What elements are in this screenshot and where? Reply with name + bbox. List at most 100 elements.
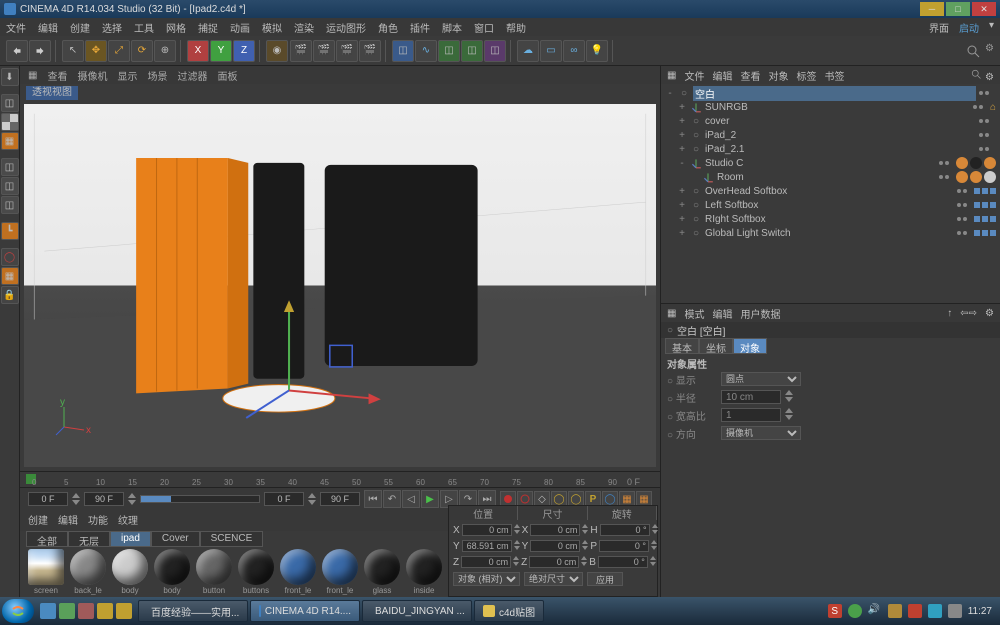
home-tag-icon[interactable]: ⌂: [990, 102, 996, 113]
uv-mode-button[interactable]: ▦: [1, 132, 19, 150]
tag-icon[interactable]: [974, 188, 980, 194]
material-tag-icon[interactable]: [970, 171, 982, 183]
attr-menu-icon[interactable]: ⚙: [985, 308, 994, 319]
world-axis-toggle[interactable]: ◉: [266, 40, 288, 62]
attr-select[interactable]: 摄像机: [721, 426, 801, 440]
visibility-dots[interactable]: [979, 119, 989, 123]
tag-icon[interactable]: [990, 230, 996, 236]
move-tool[interactable]: ✥: [85, 40, 107, 62]
expand-toggle[interactable]: +: [677, 186, 687, 197]
attr-subtab[interactable]: 坐标: [699, 338, 733, 354]
object-name[interactable]: iPad_2: [705, 130, 976, 141]
point-mode-button[interactable]: ◫: [1, 158, 19, 176]
menu-item[interactable]: 插件: [410, 20, 430, 35]
tray-icon[interactable]: S: [828, 604, 842, 618]
timeline-range-slider[interactable]: [140, 495, 260, 503]
menu-item[interactable]: 编辑: [38, 20, 58, 35]
hierarchy-row[interactable]: +○RIght Softbox: [665, 212, 996, 226]
workplane-button[interactable]: ▦: [1, 267, 19, 285]
texture-mode-button[interactable]: [1, 113, 19, 131]
start-button[interactable]: [2, 599, 34, 623]
hierarchy-row[interactable]: +○iPad_2: [665, 128, 996, 142]
hierarchy-row[interactable]: +○Global Light Switch: [665, 226, 996, 240]
object-tags[interactable]: ⌂: [990, 102, 996, 113]
quick-launch-icon[interactable]: [78, 603, 94, 619]
attr-subtab[interactable]: 对象: [733, 338, 767, 354]
menu-item[interactable]: 运动图形: [326, 20, 366, 35]
hierarchy-row[interactable]: +○Left Softbox: [665, 198, 996, 212]
menu-item[interactable]: 动画: [230, 20, 250, 35]
material-layer-tab[interactable]: 无层: [68, 531, 110, 547]
last-tool[interactable]: ⊕: [154, 40, 176, 62]
menu-item[interactable]: 选择: [102, 20, 122, 35]
visibility-dots[interactable]: [939, 175, 949, 179]
spinner-icon[interactable]: [650, 556, 656, 569]
material-tag-icon[interactable]: [956, 171, 968, 183]
coord-field[interactable]: [462, 524, 512, 536]
hierarchy-row[interactable]: +○iPad_2.1: [665, 142, 996, 156]
object-manager-menu-item[interactable]: 查看: [740, 68, 760, 83]
attr-menu-item[interactable]: 编辑: [712, 306, 732, 321]
play-button[interactable]: ▶: [421, 490, 439, 508]
object-tags[interactable]: [974, 216, 996, 222]
spinner-icon[interactable]: [513, 556, 519, 569]
object-name[interactable]: SUNRGB: [705, 102, 970, 113]
tray-icon[interactable]: [928, 604, 942, 618]
spinner-icon[interactable]: [514, 540, 520, 553]
material-thumb[interactable]: screen: [26, 549, 66, 595]
material-thumb[interactable]: buttons: [236, 549, 276, 595]
hierarchy-row[interactable]: +○OverHead Softbox: [665, 184, 996, 198]
attr-menu-item[interactable]: 用户数据: [740, 306, 780, 321]
taskbar-button[interactable]: c4d贴图: [474, 600, 544, 622]
visibility-dots[interactable]: [973, 105, 983, 109]
expand-toggle[interactable]: +: [677, 214, 687, 225]
quick-launch-icon[interactable]: [97, 603, 113, 619]
material-thumb[interactable]: body: [110, 549, 150, 595]
tag-icon[interactable]: [974, 216, 980, 222]
coord-field[interactable]: [600, 524, 650, 536]
redo-button[interactable]: [29, 40, 51, 62]
spline-button[interactable]: ∿: [415, 40, 437, 62]
hierarchy-row[interactable]: -Studio C: [665, 156, 996, 170]
material-layer-tab[interactable]: SCENCE: [200, 531, 264, 547]
coord-field[interactable]: [599, 540, 649, 552]
attr-field[interactable]: [721, 408, 781, 422]
object-name[interactable]: Global Light Switch: [705, 228, 954, 239]
scale-tool[interactable]: ⤢: [108, 40, 130, 62]
material-tag-icon[interactable]: [956, 157, 968, 169]
coord-field[interactable]: [461, 556, 511, 568]
maximize-button[interactable]: □: [946, 2, 970, 16]
render-view-button[interactable]: 🎬: [290, 40, 312, 62]
viewport-menu-item[interactable]: 场景: [147, 68, 167, 83]
menu-item[interactable]: 角色: [378, 20, 398, 35]
spinner-icon[interactable]: [514, 524, 520, 537]
object-manager-menu-item[interactable]: 文件: [684, 68, 704, 83]
prev-frame-button[interactable]: ◁: [402, 490, 420, 508]
timeline-start-field[interactable]: [28, 492, 68, 506]
object-name[interactable]: cover: [705, 116, 976, 127]
viewport-menu-item[interactable]: 查看: [47, 68, 67, 83]
spinner-icon[interactable]: [582, 524, 588, 537]
attr-field[interactable]: [721, 390, 781, 404]
material-layer-tab[interactable]: ipad: [110, 531, 151, 547]
axis-x-toggle[interactable]: X: [187, 40, 209, 62]
material-tag-icon[interactable]: [984, 171, 996, 183]
object-name[interactable]: Room: [717, 172, 936, 183]
object-tags[interactable]: [974, 230, 996, 236]
menu-item[interactable]: 脚本: [442, 20, 462, 35]
material-tag-icon[interactable]: [970, 157, 982, 169]
nurbs-button[interactable]: ◫: [438, 40, 460, 62]
material-thumb[interactable]: back_le: [68, 549, 108, 595]
viewport-nav-icon[interactable]: ▦: [28, 70, 37, 81]
camera-button[interactable]: ▭: [540, 40, 562, 62]
viewport-perspective[interactable]: x y: [24, 104, 656, 467]
tag-icon[interactable]: [982, 188, 988, 194]
prev-key-button[interactable]: ↶: [383, 490, 401, 508]
material-layer-tab[interactable]: Cover: [151, 531, 200, 547]
material-thumb[interactable]: front_le: [278, 549, 318, 595]
object-name[interactable]: Studio C: [705, 158, 936, 169]
expand-toggle[interactable]: -: [665, 88, 675, 99]
object-name[interactable]: OverHead Softbox: [705, 186, 954, 197]
object-name[interactable]: 空白: [693, 86, 976, 101]
spinner-icon[interactable]: [651, 540, 657, 553]
